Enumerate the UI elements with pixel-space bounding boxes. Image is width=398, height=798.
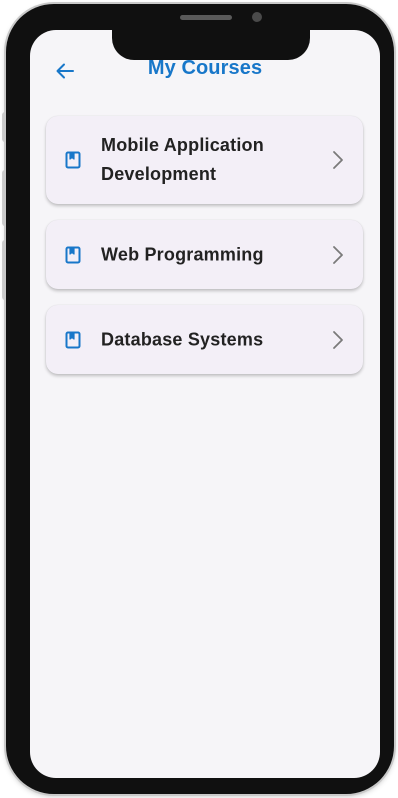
- chevron-right-icon: [333, 151, 343, 169]
- course-name: Database Systems: [101, 329, 264, 349]
- course-card-database-systems[interactable]: Database Systems: [46, 305, 363, 374]
- course-name: Web Programming: [101, 244, 264, 264]
- phone-notch: [112, 4, 310, 60]
- front-camera: [252, 12, 262, 22]
- chevron-right-icon: [333, 330, 343, 349]
- app-screen: My Courses Mobile Application Developmen…: [30, 30, 380, 778]
- book-icon: [65, 331, 81, 348]
- book-icon: [65, 151, 81, 169]
- course-card-web-programming[interactable]: Web Programming: [46, 220, 363, 289]
- speaker-grille: [180, 15, 232, 20]
- chevron-right-icon: [333, 245, 343, 264]
- phone-frame: My Courses Mobile Application Developmen…: [6, 4, 394, 794]
- page-title: My Courses: [147, 57, 263, 79]
- course-list: Mobile Application Development Web Progr…: [46, 116, 363, 390]
- course-name: Mobile Application Development: [101, 135, 264, 184]
- book-icon: [65, 246, 81, 263]
- course-card-mobile-application-development[interactable]: Mobile Application Development: [46, 116, 363, 204]
- device-mockup: My Courses Mobile Application Developmen…: [0, 0, 398, 798]
